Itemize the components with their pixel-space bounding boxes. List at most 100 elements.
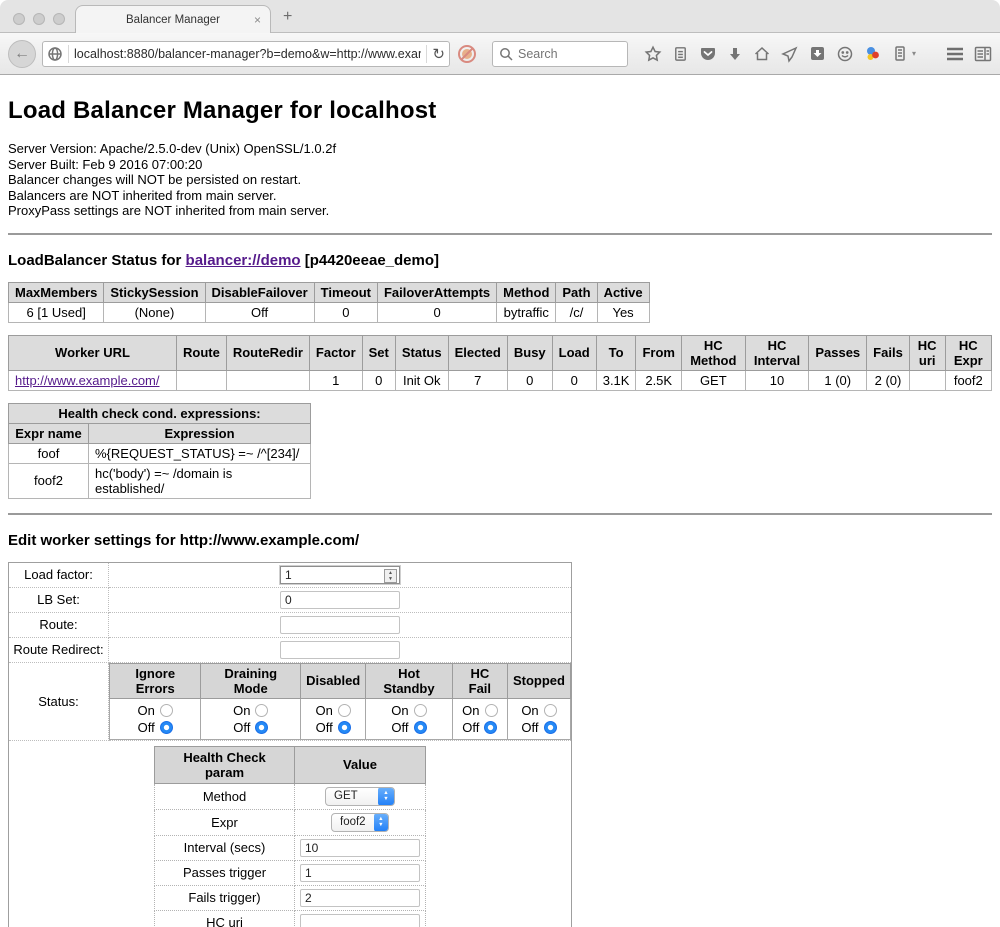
bookmarks-sidebar-icon[interactable] (974, 46, 992, 62)
tab-balancer-manager[interactable]: Balancer Manager × (75, 5, 271, 33)
hc-fail-off-radio[interactable] (484, 721, 497, 734)
hc-uri-row: HC uri (155, 910, 426, 927)
pocket-icon[interactable] (699, 45, 717, 63)
col-to: To (596, 335, 636, 370)
edit-worker-form: Load factor: ▲▼ LB Set: Route: Route Red… (8, 562, 572, 927)
edit-worker-heading: Edit worker settings for http://www.exam… (8, 532, 992, 549)
col-hc-method: HC Method (681, 335, 745, 370)
radio-on-label: On (521, 702, 538, 719)
disabled-off-radio[interactable] (338, 721, 351, 734)
hot-standby-off-radio[interactable] (414, 721, 427, 734)
close-window-button[interactable] (13, 13, 25, 25)
lb-set-input[interactable] (280, 591, 400, 609)
container-icon[interactable] (892, 45, 908, 62)
hc-method-select[interactable]: GET ▲▼ (325, 787, 395, 806)
draining-mode-off-radio[interactable] (255, 721, 268, 734)
col-routeredir: RouteRedir (226, 335, 309, 370)
col-from: From (636, 335, 682, 370)
disabled-on-radio[interactable] (338, 704, 351, 717)
page-content: Load Balancer Manager for localhost Serv… (0, 75, 1000, 927)
cell-fails: 2 (0) (867, 370, 910, 390)
hc-fail-on-radio[interactable] (485, 704, 498, 717)
col-route: Route (177, 335, 227, 370)
stopped-off-radio[interactable] (544, 721, 557, 734)
cell-route (177, 370, 227, 390)
route-redirect-input[interactable] (280, 641, 400, 659)
ignore-errors-off-radio[interactable] (160, 721, 173, 734)
col-expression: Expression (89, 423, 311, 443)
globe-icon (47, 46, 63, 62)
radio-off-label: Off (462, 719, 479, 736)
cell-passes: 1 (0) (809, 370, 867, 390)
col-load: Load (552, 335, 596, 370)
status-row: Status: Ignore Errors Draining Mode Disa… (9, 662, 572, 740)
url-divider (68, 45, 69, 63)
blocker-extension-icon[interactable] (456, 43, 478, 65)
col-disablefailover: DisableFailover (205, 282, 314, 302)
radio-on-label: On (462, 702, 479, 719)
hc-passes-row: Passes trigger (155, 860, 426, 885)
tab-close-icon[interactable]: × (254, 13, 261, 27)
draining-mode-on-radio[interactable] (255, 704, 268, 717)
cell-hc-expr: foof2 (945, 370, 991, 390)
bookmark-star-icon[interactable] (644, 45, 662, 63)
balancer-demo-link[interactable]: balancer://demo (186, 252, 301, 269)
loadbalancer-status-heading: LoadBalancer Status for balancer://demo … (8, 252, 992, 269)
back-button[interactable]: ← (8, 40, 36, 68)
cell-stickysession: (None) (104, 302, 205, 322)
navigation-toolbar: ← localhost:8880/balancer-manager?b=demo… (0, 33, 1000, 75)
download-icon[interactable] (727, 46, 743, 62)
url-bar[interactable]: localhost:8880/balancer-manager?b=demo&w… (42, 41, 450, 67)
menu-hamburger-icon[interactable] (946, 47, 964, 61)
col-stickysession: StickySession (104, 282, 205, 302)
hc-method-row: Method GET ▲▼ (155, 783, 426, 809)
cell-expr-name: foof2 (9, 463, 89, 498)
hc-expr-label: Expr (155, 809, 295, 835)
route-input[interactable] (280, 616, 400, 634)
health-check-param-table: Health Check param Value Method GET ▲▼ (154, 746, 426, 927)
load-factor-input[interactable] (280, 566, 400, 584)
window-controls[interactable] (13, 13, 65, 25)
hello-dots-icon[interactable] (864, 45, 882, 63)
reload-icon[interactable]: ↻ (432, 45, 445, 63)
browser-window: Balancer Manager × + ← localhost:8880/ba… (0, 0, 1000, 927)
hc-expr-select[interactable]: foof2 ▲▼ (331, 813, 389, 832)
overflow-caret-icon[interactable]: ▾ (912, 49, 916, 58)
reading-list-icon[interactable] (672, 45, 689, 62)
url-text[interactable]: localhost:8880/balancer-manager?b=demo&w… (74, 47, 421, 61)
stopped-on-radio[interactable] (544, 704, 557, 717)
col-hot-standby: Hot Standby (366, 663, 452, 698)
send-tab-icon[interactable] (781, 45, 799, 63)
cell-hc-interval: 10 (745, 370, 809, 390)
hc-fails-input[interactable] (300, 889, 420, 907)
cell-expr-name: foof (9, 443, 89, 463)
feedback-smiley-icon[interactable] (836, 45, 854, 63)
new-tab-button[interactable]: + (283, 8, 292, 26)
hc-passes-input[interactable] (300, 864, 420, 882)
col-stopped: Stopped (507, 663, 570, 698)
cell-factor: 1 (309, 370, 362, 390)
minimize-window-button[interactable] (33, 13, 45, 25)
save-page-icon[interactable] (809, 45, 826, 62)
search-input[interactable] (518, 47, 608, 61)
col-active: Active (597, 282, 649, 302)
table-header-row: MaxMembers StickySession DisableFailover… (9, 282, 650, 302)
server-version-line: Server Version: Apache/2.5.0-dev (Unix) … (8, 141, 992, 157)
ignore-errors-on-radio[interactable] (160, 704, 173, 717)
hc-uri-input[interactable] (300, 914, 420, 927)
worker-url-link[interactable]: http://www.example.com/ (15, 373, 160, 388)
cell-from: 2.5K (636, 370, 682, 390)
hot-standby-on-radio[interactable] (414, 704, 427, 717)
col-ignore-errors: Ignore Errors (110, 663, 201, 698)
col-set: Set (362, 335, 395, 370)
number-spinner-icon[interactable]: ▲▼ (384, 569, 397, 583)
hc-interval-input[interactable] (300, 839, 420, 857)
toolbar-icons: ▾ (644, 45, 992, 63)
cell-maxmembers: 6 [1 Used] (9, 302, 104, 322)
search-bar[interactable] (492, 41, 628, 67)
balancers-note-line: Balancers are NOT inherited from main se… (8, 188, 992, 204)
zoom-window-button[interactable] (53, 13, 65, 25)
load-factor-label: Load factor: (9, 562, 109, 587)
home-icon[interactable] (753, 45, 771, 63)
table-title-row: Health check cond. expressions: (9, 403, 311, 423)
